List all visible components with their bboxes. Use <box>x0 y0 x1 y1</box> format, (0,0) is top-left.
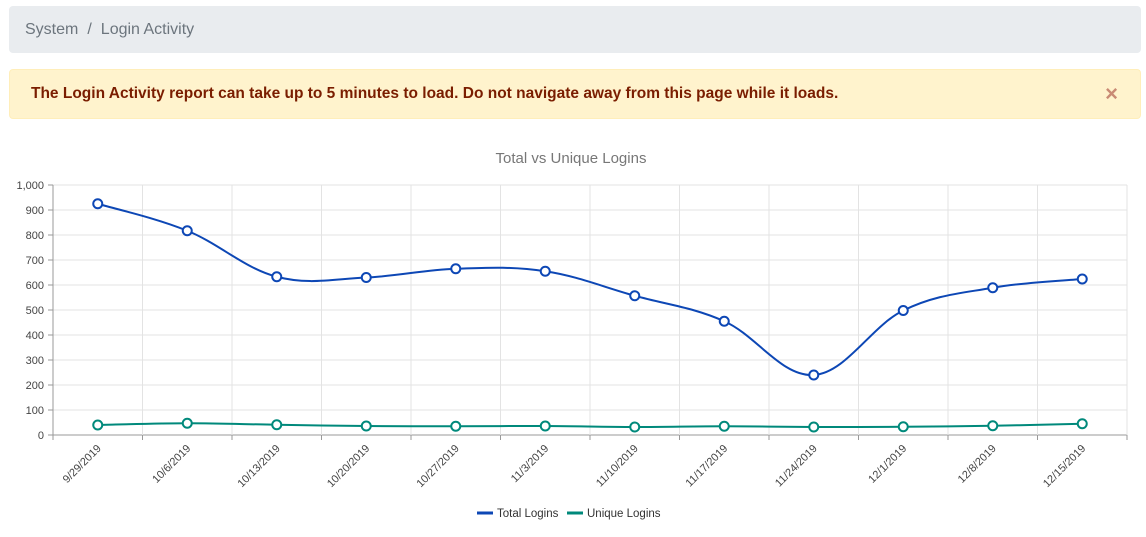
data-point <box>271 419 283 431</box>
x-tick-label: 12/8/2019 <box>956 443 999 486</box>
data-point <box>92 198 104 210</box>
x-tick-label: 11/24/2019 <box>773 443 820 490</box>
x-tick-label: 10/13/2019 <box>235 443 282 490</box>
data-point <box>629 290 641 302</box>
x-tick-label: 9/29/2019 <box>61 443 104 486</box>
data-point <box>450 420 462 432</box>
data-point <box>1076 273 1088 285</box>
legend-label: Unique Logins <box>587 508 661 520</box>
data-point <box>360 420 372 432</box>
data-point <box>897 305 909 316</box>
data-point <box>897 421 909 433</box>
y-tick-label: 100 <box>26 405 44 417</box>
login-chart: Total vs Unique Logins 0 100 200 300 400 500 6… <box>16 150 1128 520</box>
alert-message: The Login Activity report can take up to… <box>31 85 839 102</box>
x-tick-label: 10/20/2019 <box>325 443 372 490</box>
data-point <box>987 420 999 432</box>
data-point <box>92 419 104 431</box>
data-point <box>808 369 820 381</box>
x-tick-label: 11/3/2019 <box>509 443 552 486</box>
load-warning-alert: The Login Activity report can take up to… <box>9 69 1141 119</box>
data-point <box>1076 418 1088 430</box>
x-tick-label: 10/27/2019 <box>414 443 461 490</box>
y-tick-label: 300 <box>26 355 44 367</box>
y-tick-label: 1,000 <box>16 180 44 192</box>
data-point <box>360 272 372 283</box>
data-point <box>181 417 193 429</box>
data-point <box>271 271 283 283</box>
y-tick-label: 500 <box>26 305 44 317</box>
x-tick-label: 11/17/2019 <box>684 443 731 490</box>
breadcrumb-item-system[interactable]: System <box>25 21 78 39</box>
legend-label: Total Logins <box>497 508 559 520</box>
y-tick-label: 600 <box>26 280 44 292</box>
breadcrumb-separator: / <box>87 20 92 38</box>
data-point <box>181 225 193 237</box>
y-tick-label: 400 <box>26 330 44 342</box>
data-point <box>539 265 551 277</box>
y-tick-label: 700 <box>26 255 44 267</box>
data-point <box>718 315 730 327</box>
y-tick-label: 0 <box>38 430 44 442</box>
breadcrumb-item-login-activity: Login Activity <box>100 20 195 38</box>
data-point <box>718 420 730 432</box>
data-point <box>539 420 551 432</box>
x-tick-label: 10/6/2019 <box>150 443 193 486</box>
x-tick-label: 12/1/2019 <box>866 443 909 486</box>
data-point <box>629 421 641 433</box>
breadcrumb: System / Login Activity <box>9 6 1141 53</box>
close-icon[interactable]: × <box>1105 83 1118 105</box>
data-point <box>450 263 462 275</box>
y-tick-label: 200 <box>26 380 44 392</box>
data-point <box>987 282 999 294</box>
x-tick-label: 12/15/2019 <box>1041 443 1088 490</box>
x-tick-label: 11/10/2019 <box>594 443 641 490</box>
y-tick-label: 800 <box>26 230 44 242</box>
chart-title: Total vs Unique Logins <box>496 150 647 167</box>
data-point <box>808 421 820 433</box>
y-tick-label: 900 <box>26 205 44 217</box>
